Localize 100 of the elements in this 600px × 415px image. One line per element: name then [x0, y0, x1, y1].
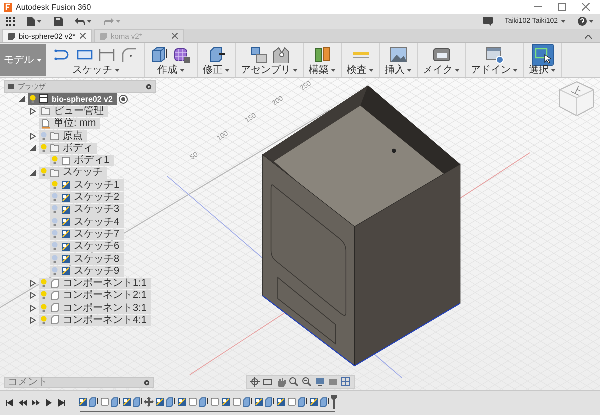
- extrude-icon[interactable]: [166, 396, 176, 406]
- tree-item[interactable]: スケッチ9: [50, 266, 124, 278]
- extrude-icon[interactable]: [89, 396, 99, 406]
- step-forward-icon[interactable]: [32, 399, 40, 407]
- light-bulb-icon[interactable]: [52, 254, 58, 264]
- light-bulb-icon[interactable]: [52, 180, 58, 190]
- file-icon[interactable]: [27, 17, 35, 26]
- notification-icon[interactable]: [482, 17, 493, 26]
- look-at-icon[interactable]: [263, 377, 273, 387]
- close-icon[interactable]: [582, 3, 590, 11]
- ribbon-menu-button[interactable]: 修正: [203, 65, 230, 76]
- help-icon[interactable]: [578, 17, 587, 26]
- selection-cursor-icon[interactable]: [532, 45, 552, 65]
- visual-style-icon[interactable]: [328, 377, 338, 387]
- display-icon[interactable]: [315, 377, 325, 387]
- caret-right-icon[interactable]: [30, 280, 36, 288]
- tree-item[interactable]: ボディ: [39, 142, 97, 154]
- tree-item[interactable]: 単位: mm: [39, 118, 100, 130]
- hand-icon[interactable]: [276, 377, 286, 387]
- light-bulb-icon[interactable]: [52, 156, 58, 166]
- sketch-icon[interactable]: [155, 396, 165, 406]
- tree-item[interactable]: スケッチ: [39, 167, 107, 179]
- light-bulb-icon[interactable]: [41, 168, 47, 178]
- tree-item[interactable]: スケッチ3: [50, 204, 124, 216]
- tree-item[interactable]: コンポーネント4:1: [39, 314, 151, 326]
- ribbon-menu-button[interactable]: 作成: [158, 65, 184, 76]
- sketch-icon[interactable]: [177, 396, 187, 406]
- ribbon-menu-button[interactable]: メイク: [423, 65, 460, 76]
- light-bulb-icon[interactable]: [41, 132, 47, 141]
- tree-item[interactable]: スケッチ6: [50, 240, 124, 252]
- ribbon-menu-button[interactable]: スケッチ: [72, 65, 120, 76]
- panels-icon[interactable]: [312, 45, 332, 65]
- tree-item[interactable]: コンポーネント2:1: [39, 290, 151, 302]
- tree-item[interactable]: スケッチ1: [50, 179, 124, 191]
- caret-right-icon[interactable]: [30, 304, 36, 312]
- caret-right-icon[interactable]: [30, 316, 36, 324]
- ribbon-menu-button[interactable]: 構築: [309, 65, 336, 76]
- save-icon[interactable]: [54, 17, 63, 26]
- sketch-icon[interactable]: [254, 396, 264, 406]
- light-bulb-icon[interactable]: [52, 242, 58, 252]
- skip-start-icon[interactable]: [6, 399, 14, 407]
- extrude-icon[interactable]: [199, 396, 209, 406]
- sketch-icon[interactable]: [122, 396, 132, 406]
- picture-icon[interactable]: [388, 45, 408, 65]
- caret-down-icon[interactable]: [30, 170, 36, 176]
- body-icon[interactable]: [100, 396, 110, 406]
- body-icon[interactable]: [232, 396, 242, 406]
- light-bulb-icon[interactable]: [52, 205, 58, 214]
- tree-item[interactable]: ビュー管理: [39, 106, 108, 118]
- zoom-window-icon[interactable]: [289, 377, 299, 387]
- move-icon[interactable]: [144, 396, 154, 406]
- light-bulb-icon[interactable]: [30, 94, 36, 104]
- light-bulb-icon[interactable]: [41, 291, 47, 300]
- target-icon[interactable]: [118, 94, 128, 104]
- step-back-icon[interactable]: [19, 399, 27, 407]
- caret-down-icon[interactable]: [19, 96, 25, 102]
- extrude-icon[interactable]: [133, 396, 143, 406]
- sketch-icon[interactable]: [221, 396, 231, 406]
- sketch-icon[interactable]: [78, 396, 88, 406]
- zoom-icon[interactable]: [302, 377, 312, 387]
- window-gear-icon[interactable]: [484, 45, 504, 65]
- play-icon[interactable]: [45, 399, 53, 407]
- extrude-icon[interactable]: [298, 396, 308, 406]
- extrude-icon[interactable]: [320, 396, 330, 406]
- light-bulb-icon[interactable]: [41, 316, 47, 325]
- close-icon[interactable]: [172, 33, 178, 39]
- settings-icon[interactable]: [146, 84, 152, 90]
- light-bulb-icon[interactable]: [41, 304, 47, 313]
- panel-toggle-icon[interactable]: [8, 84, 14, 89]
- tree-item[interactable]: ボディ1: [50, 154, 114, 166]
- ribbon-menu-button[interactable]: アセンブリ: [241, 65, 298, 76]
- body-icon[interactable]: [210, 396, 220, 406]
- light-bulb-icon[interactable]: [41, 279, 47, 288]
- new-component-icon[interactable]: [248, 45, 268, 65]
- playhead-marker-icon[interactable]: [331, 394, 337, 408]
- tree-item[interactable]: コンポーネント1:1: [39, 278, 151, 290]
- ribbon-menu-button[interactable]: アドイン: [471, 65, 518, 76]
- tree-item[interactable]: スケッチ4: [50, 216, 124, 228]
- body-icon[interactable]: [188, 396, 198, 406]
- sketch-icon[interactable]: [276, 396, 286, 406]
- ribbon-menu-button[interactable]: 検査: [347, 65, 374, 76]
- extrude-icon[interactable]: [111, 396, 121, 406]
- undo-icon[interactable]: [75, 18, 85, 25]
- light-bulb-icon[interactable]: [52, 193, 58, 202]
- collapse-icon[interactable]: [585, 35, 592, 39]
- tree-item[interactable]: bio-sphere02 v2: [28, 93, 117, 105]
- grid-icon[interactable]: [341, 377, 351, 387]
- close-icon[interactable]: [80, 33, 86, 39]
- maximize-icon[interactable]: [558, 3, 566, 11]
- light-bulb-icon[interactable]: [52, 266, 58, 276]
- tree-item[interactable]: 原点: [39, 130, 87, 142]
- orbit-icon[interactable]: [250, 377, 260, 387]
- caret-right-icon[interactable]: [30, 132, 36, 140]
- joint-icon[interactable]: [270, 45, 290, 65]
- grid-menu-icon[interactable]: [6, 17, 15, 26]
- caret-right-icon[interactable]: [30, 108, 36, 115]
- ribbon-menu-button[interactable]: 選択: [529, 65, 556, 76]
- light-bulb-icon[interactable]: [41, 144, 47, 153]
- settings-icon[interactable]: [144, 380, 150, 386]
- extrude-icon[interactable]: [150, 45, 170, 65]
